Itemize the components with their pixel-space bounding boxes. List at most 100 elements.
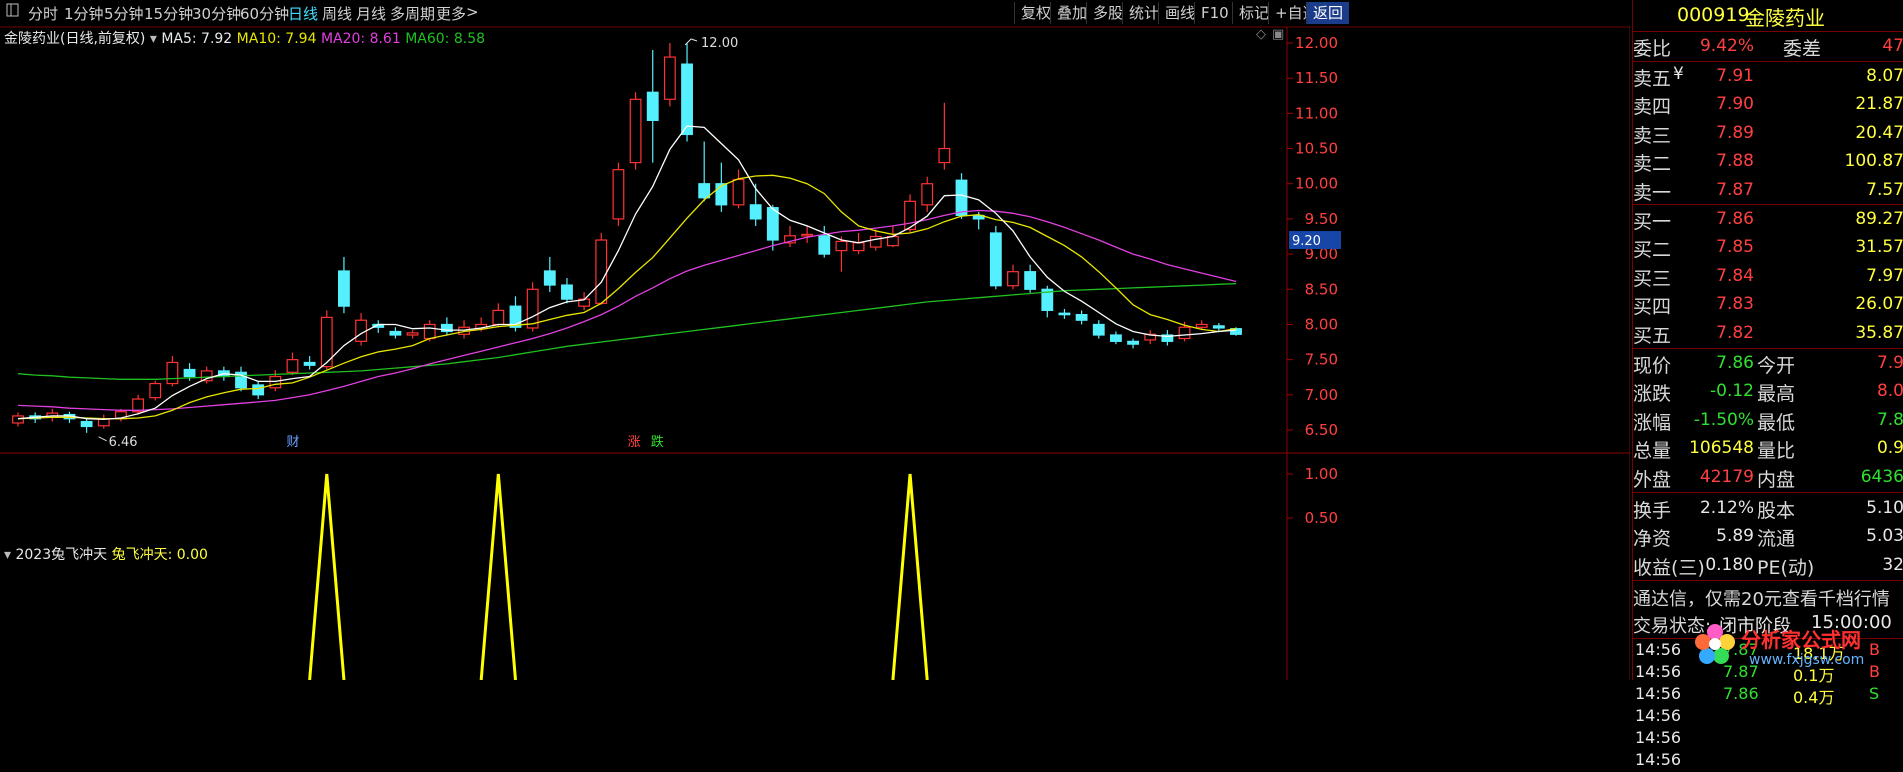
candle-body	[698, 183, 711, 199]
candle-body	[1007, 271, 1019, 287]
stock-code: 000919	[1677, 4, 1750, 26]
stat-row: 总量 106548 量比 0.9	[1633, 434, 1903, 463]
tick-time: 14:56	[1635, 750, 1682, 769]
tab-weekly[interactable]: 周线	[322, 3, 352, 24]
candle-body	[1075, 314, 1088, 321]
kline-chart[interactable]: 12.0011.5011.0010.5010.009.509.008.508.0…	[0, 27, 1630, 680]
candle-body	[715, 183, 728, 206]
bid-row[interactable]: 买一 7.86 89.27	[1633, 205, 1903, 234]
ask-row[interactable]: 卖五 ¥ 7.91 8.07	[1633, 62, 1903, 91]
ask-volume: 8.07	[1866, 66, 1903, 86]
stat-row: 涨幅 -1.50% 最低 7.8	[1633, 406, 1903, 435]
candle-body	[1109, 334, 1122, 342]
window-icon[interactable]	[6, 2, 20, 22]
watermark: 分析家公式网 www.fxjgsw.com	[1693, 612, 1903, 680]
finance-label: 流通	[1757, 528, 1796, 551]
finance-label: 股本	[1757, 500, 1796, 522]
tick-row: 14:56	[1633, 728, 1903, 750]
period-toolbar: 分时 1分钟 5分钟 15分钟 30分钟 60分钟 日线 周线 月线 多周期 更…	[0, 0, 1630, 27]
bid-label: 买三	[1633, 267, 1672, 290]
ask-row[interactable]: 卖三 7.89 20.47	[1633, 119, 1903, 148]
tab-multi-period[interactable]: 多周期	[390, 3, 435, 24]
chevron-down-icon[interactable]: ▾	[4, 547, 11, 563]
weicha-value: 47	[1882, 36, 1903, 56]
notice-row[interactable]: 通达信，仅需20元查看千档行情	[1633, 583, 1903, 612]
ask-price: 7.87	[1716, 179, 1754, 200]
candle-body	[183, 368, 196, 378]
bid-row[interactable]: 买四 7.83 26.07	[1633, 290, 1903, 319]
candle-body	[1178, 326, 1191, 340]
yen-mark: ¥	[1673, 64, 1684, 84]
button-back[interactable]: 返回	[1306, 2, 1350, 24]
bid-row[interactable]: 买五 7.82 35.87	[1633, 319, 1903, 348]
bid-price: 7.86	[1716, 209, 1754, 229]
finance-value: 2.12%	[1699, 498, 1754, 518]
stat-value: 7.9	[1876, 353, 1903, 373]
tab-fenshi[interactable]: 分时	[28, 3, 58, 24]
low-marker-arrow	[98, 436, 107, 442]
tick-price: 7.86	[1723, 684, 1759, 703]
signal-spike	[479, 473, 517, 680]
tab-more[interactable]: 更多	[436, 3, 466, 24]
finance-label: 换手	[1633, 500, 1672, 522]
stat-label: 最高	[1757, 383, 1796, 406]
finance-value: 32	[1882, 554, 1903, 575]
candle-body	[681, 63, 693, 136]
stat-value: 7.86	[1716, 353, 1754, 373]
tick-volume: 0.4万	[1793, 688, 1835, 707]
price-tick-label: 11.00	[1295, 104, 1338, 122]
bid-row[interactable]: 买三 7.84 7.97	[1633, 262, 1903, 291]
ask-row[interactable]: 卖一 7.87 7.57	[1633, 176, 1903, 205]
bid-volume: 35.87	[1855, 322, 1903, 343]
weibi-row: 委比 9.42% 委差 47	[1633, 32, 1903, 61]
notice-text[interactable]: 通达信，仅需20元查看千档行情	[1633, 585, 1890, 611]
tab-60min[interactable]: 60分钟	[240, 3, 289, 24]
candle-body	[423, 323, 436, 340]
tab-monthly[interactable]: 月线	[356, 3, 386, 24]
tick-time: 14:56	[1635, 662, 1682, 681]
price-tick-label: 6.50	[1305, 421, 1338, 439]
stat-value: 42179	[1699, 466, 1754, 487]
candle-body	[886, 235, 899, 247]
event-marker-cai: 财	[286, 435, 299, 450]
tab-15min[interactable]: 15分钟	[144, 3, 193, 24]
chevron-right-icon[interactable]: >	[466, 3, 479, 21]
finance-value: 5.03	[1866, 526, 1903, 547]
tab-5min[interactable]: 5分钟	[104, 3, 144, 24]
bid-price: 7.83	[1716, 294, 1754, 315]
bid-row[interactable]: 买二 7.85 31.57	[1633, 233, 1903, 262]
signal-spike	[891, 473, 929, 680]
candle-body	[406, 332, 419, 336]
stat-label: 外盘	[1633, 468, 1672, 491]
candle-body	[835, 240, 848, 252]
ask-label: 卖五	[1633, 68, 1672, 90]
tick-row: 14:56	[1633, 750, 1903, 772]
ask-price: 7.89	[1716, 122, 1754, 143]
candle-body	[663, 56, 676, 100]
indicator-value: 兔飞冲天: 0.00	[111, 547, 208, 563]
ask-price: 7.88	[1716, 151, 1754, 172]
stat-value: 0.9	[1876, 438, 1903, 459]
indicator-tick-label: 0.50	[1305, 509, 1338, 527]
bid-label: 买二	[1633, 239, 1672, 262]
candle-body	[80, 420, 93, 428]
candle-body	[1127, 340, 1139, 345]
candle-body	[1024, 271, 1037, 290]
tick-time: 14:56	[1635, 684, 1682, 703]
finance-label: 净资	[1633, 528, 1672, 551]
ask-volume: 100.87	[1844, 151, 1903, 172]
weibi-label: 委比	[1633, 38, 1672, 60]
tick-time: 14:56	[1635, 728, 1682, 747]
stat-value: -1.50%	[1693, 409, 1754, 430]
ask-row[interactable]: 卖四 7.90 21.87	[1633, 90, 1903, 119]
finance-row: 净资 5.89 流通 5.03	[1633, 522, 1903, 551]
price-tick-label: 10.50	[1295, 140, 1338, 158]
candle-body	[338, 270, 350, 307]
tab-30min[interactable]: 30分钟	[192, 3, 241, 24]
candle-body	[955, 179, 968, 216]
button-f10[interactable]: F10	[1194, 2, 1235, 24]
candle-body	[286, 359, 299, 373]
tab-1min[interactable]: 1分钟	[64, 3, 104, 24]
ask-row[interactable]: 卖二 7.88 100.87	[1633, 147, 1903, 176]
tab-daily[interactable]: 日线	[288, 3, 318, 24]
